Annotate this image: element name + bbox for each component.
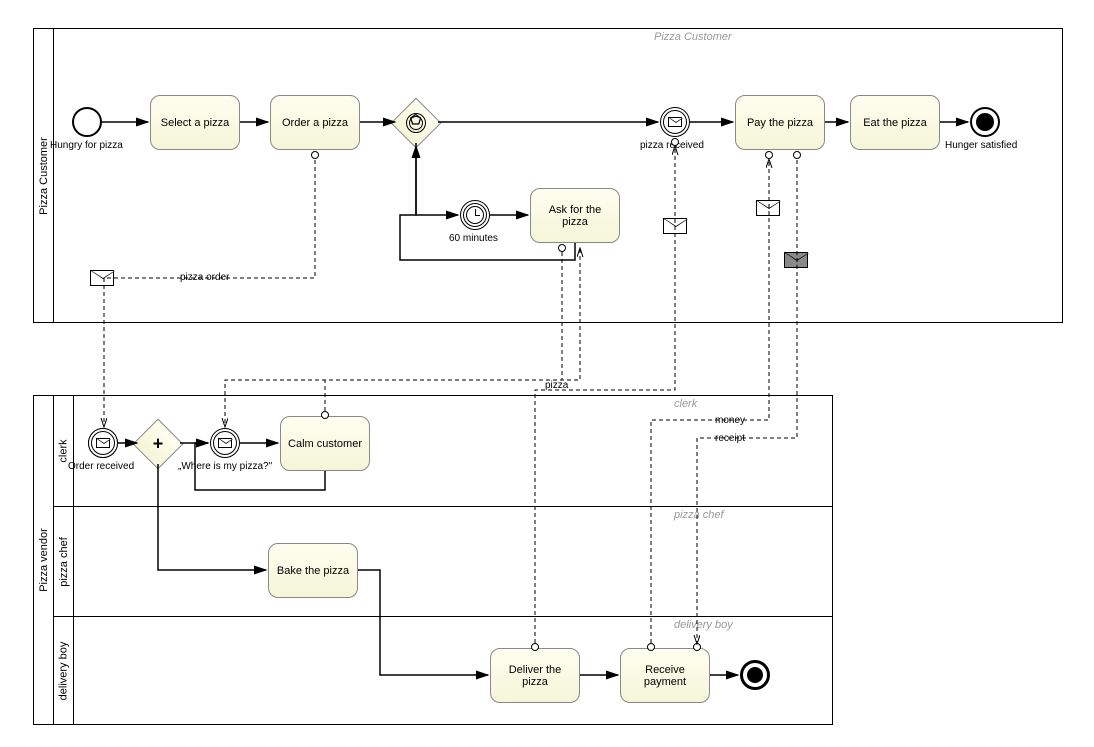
end-event-satisfied	[970, 107, 1000, 137]
pool-vendor-label: Pizza vendor	[34, 396, 54, 724]
task-order-pizza: Order a pizza	[270, 95, 360, 150]
message-pizza-label: pizza	[545, 380, 568, 391]
message-pizza-icon	[663, 218, 687, 234]
lane-clerk-label: clerk	[54, 396, 74, 506]
lane-clerk-title: clerk	[674, 398, 697, 410]
lane-chef-label: pizza chef	[54, 507, 74, 616]
where-pizza-label: „Where is my pizza?"	[178, 461, 272, 472]
task-ask-pizza: Ask for the pizza	[530, 188, 620, 243]
start-event-hungry	[72, 107, 102, 137]
timer-icon	[466, 206, 484, 224]
task-calm-customer: Calm customer	[280, 416, 370, 471]
order-received-label: Order received	[68, 461, 134, 472]
task-bake-pizza: Bake the pizza	[268, 543, 358, 598]
task-deliver-pizza: Deliver the pizza	[490, 648, 580, 703]
lane-delivery-label: delivery boy	[54, 617, 74, 725]
task-pay-pizza: Pay the pizza	[735, 95, 825, 150]
msg-icon-order-received	[96, 438, 110, 448]
assoc-deliver	[531, 643, 539, 651]
assoc-receive2	[693, 643, 701, 651]
pool-customer-label: Pizza Customer	[34, 29, 54, 322]
message-money-icon	[756, 200, 780, 216]
satisfied-label: Hunger satisfied	[945, 140, 1017, 151]
timer-label: 60 minutes	[449, 233, 498, 244]
assoc-pay1	[765, 151, 773, 159]
lane-delivery-title: delivery boy	[674, 619, 733, 631]
start-event-hungry-label: Hungry for pizza	[50, 140, 123, 151]
task-eat-pizza: Eat the pizza	[850, 95, 940, 150]
assoc-pay2	[793, 151, 801, 159]
assoc-receive1	[647, 643, 655, 651]
msg-icon-pizza-received	[668, 117, 682, 127]
lane-chef: pizza chef pizza chef	[54, 506, 832, 616]
assoc-order	[311, 151, 319, 159]
task-select-pizza: Select a pizza	[150, 95, 240, 150]
end-event-vendor	[740, 660, 770, 690]
message-pizza-order-label: pizza order	[180, 272, 229, 283]
message-receipt-label: receipt	[715, 433, 745, 444]
msg-icon-where-pizza	[218, 438, 232, 448]
assoc-pizza-rec	[671, 138, 679, 146]
message-pizza-order-icon	[90, 270, 114, 286]
message-receipt-icon	[784, 252, 808, 268]
lane-delivery: delivery boy delivery boy	[54, 616, 832, 725]
pool-customer-title: Pizza Customer	[654, 31, 732, 43]
message-money-label: money	[715, 415, 745, 426]
lane-chef-title: pizza chef	[674, 509, 724, 521]
task-receive-payment: Receive payment	[620, 648, 710, 703]
assoc-calm	[321, 411, 329, 419]
assoc-ask	[558, 244, 566, 252]
